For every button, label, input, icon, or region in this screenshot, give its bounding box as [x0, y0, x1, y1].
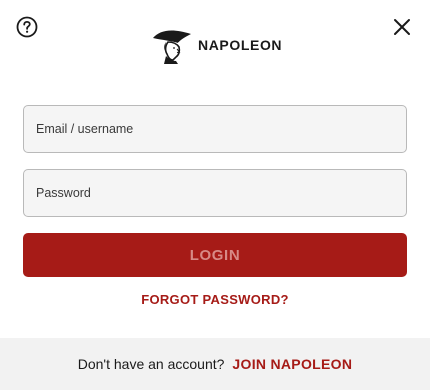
email-username-input[interactable]: [23, 105, 407, 153]
password-input[interactable]: [23, 169, 407, 217]
brand-name: NAPOLEON: [198, 37, 283, 53]
login-modal: NAPOLEON LOGIN FORGOT PASSWORD? Don't ha…: [0, 0, 430, 390]
brand-logo: NAPOLEON: [152, 26, 282, 64]
close-icon[interactable]: [392, 17, 412, 37]
signup-footer: Don't have an account? JOIN NAPOLEON: [0, 338, 430, 390]
napoleon-bicorne-logo-icon: [153, 30, 191, 64]
login-button[interactable]: LOGIN: [23, 233, 407, 277]
join-napoleon-link[interactable]: JOIN NAPOLEON: [232, 356, 352, 372]
no-account-text: Don't have an account?: [77, 356, 225, 372]
forgot-password-link[interactable]: FORGOT PASSWORD?: [0, 292, 430, 307]
help-icon[interactable]: [16, 16, 38, 38]
